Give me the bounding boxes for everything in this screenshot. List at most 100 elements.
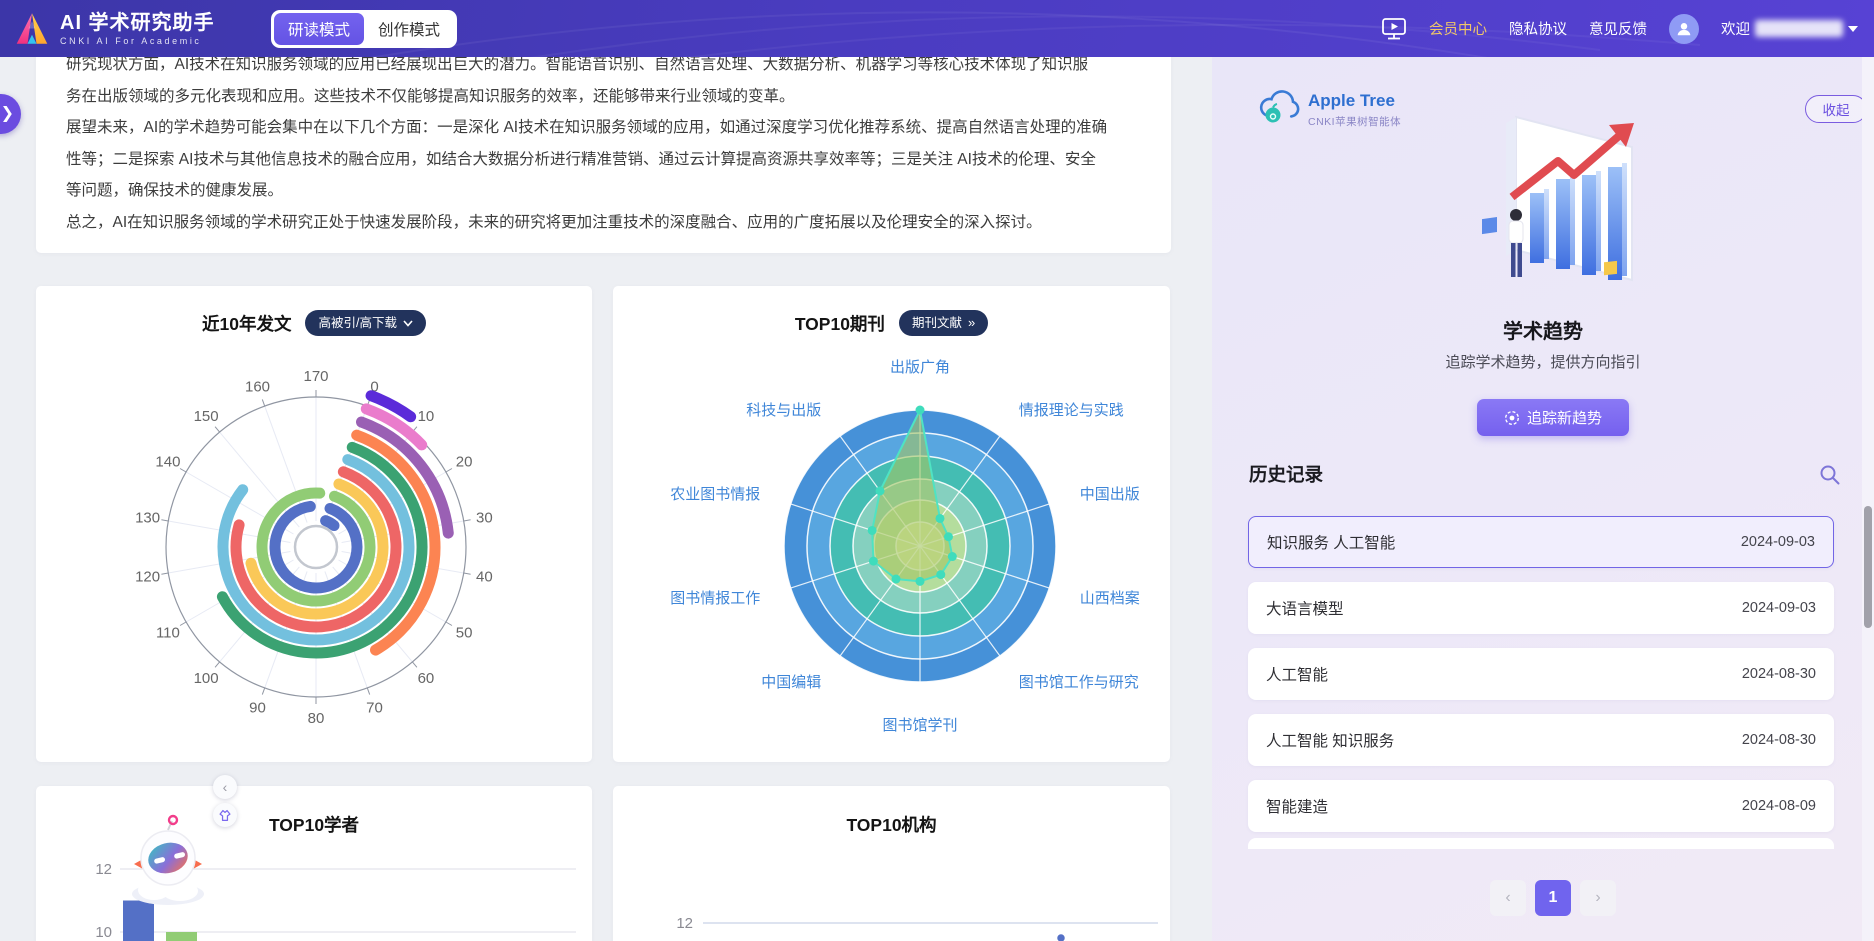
scholars-chart-card: TOP10学者 1210 (36, 786, 592, 941)
chevron-right-icon: ❯ (1, 103, 14, 123)
navbar-right: 会员中心 隐私协议 意见反馈 欢迎 (1381, 0, 1858, 57)
summary-line: 总之，AI在知识服务领域的学术研究正处于快速发展阶段，未来的研究将更加注重技术的… (66, 212, 1042, 234)
collapse-sidebar-button[interactable]: 收起 (1805, 95, 1867, 123)
apple-tree-logo-icon (1256, 85, 1302, 127)
svg-text:50: 50 (456, 625, 473, 642)
expand-panel-button[interactable]: ❯ (0, 94, 21, 134)
app-subtitle: CNKI AI For Academic (60, 36, 215, 46)
publications-chart-card: 近10年发文 高被引/高下载 0102030405060708090100110… (36, 286, 592, 762)
svg-text:山西档案: 山西档案 (1080, 589, 1140, 607)
history-item-date: 2024-09-03 (1741, 534, 1815, 550)
svg-text:160: 160 (245, 378, 270, 395)
svg-text:农业图书情报: 农业图书情报 (670, 486, 760, 503)
svg-text:20: 20 (456, 454, 473, 471)
history-item-label: 智能建造 (1266, 795, 1328, 817)
agent-subtitle: CNKI苹果树智能体 (1308, 114, 1401, 129)
summary-line: 等问题，确保技术的健康发展。 (66, 180, 283, 202)
scrollbar-thumb[interactable] (1864, 506, 1872, 628)
publications-chart-title: 近10年发文 (202, 311, 291, 336)
svg-text:12: 12 (676, 915, 693, 932)
search-icon[interactable] (1818, 463, 1842, 487)
history-item[interactable]: 大语言模型2024-09-03 (1248, 582, 1834, 634)
summary-line: 性等；二是探索 AI技术与其他信息技术的融合应用，如结合大数据分析进行精准营销、… (66, 149, 1096, 171)
ai-summary-card: 研究现状方面，AI技术在知识服务领域的应用已经展现出巨大的潜力。智能语音识别、自… (36, 46, 1171, 253)
svg-text:12: 12 (95, 861, 112, 878)
trend-subtitle: 追踪学术趋势，提供方向指引 (1212, 351, 1874, 372)
journals-more-button[interactable]: 期刊文献 » (899, 310, 988, 336)
svg-text:90: 90 (249, 700, 266, 717)
history-item-label: 大语言模型 (1266, 597, 1344, 619)
track-new-trend-button[interactable]: 追踪新趋势 (1477, 399, 1629, 436)
pagination-next-button[interactable]: › (1580, 880, 1616, 916)
user-avatar[interactable] (1669, 14, 1699, 44)
tab-read-mode[interactable]: 研读模式 (274, 13, 364, 45)
summary-line: 务在出版领域的多元化表现和应用。这些技术不仅能够提高知识服务的效率，还能够带来行… (66, 86, 795, 108)
svg-text:情报理论与实践: 情报理论与实践 (1019, 402, 1124, 419)
history-item[interactable]: 知识服务 人工智能 2024-09-03 (1248, 516, 1834, 568)
caret-down-icon (1848, 26, 1858, 32)
history-item-label: 人工智能 (1266, 663, 1328, 685)
svg-text:出版广角: 出版广角 (890, 359, 950, 376)
svg-text:图书情报工作: 图书情报工作 (670, 590, 760, 607)
history-item-date: 2024-08-30 (1742, 732, 1816, 748)
robot-mascot (118, 814, 218, 911)
shirt-icon (218, 809, 232, 822)
page-scrollbar[interactable] (1862, 57, 1874, 941)
app-title: AI 学术研究助手 (60, 12, 215, 34)
svg-text:60: 60 (418, 670, 435, 687)
history-item[interactable]: 人工智能 2024-08-30 (1248, 648, 1834, 700)
history-item[interactable]: 人工智能 知识服务 2024-08-30 (1248, 714, 1834, 766)
agent-name: Apple Tree (1308, 91, 1395, 111)
svg-text:100: 100 (194, 670, 219, 687)
svg-text:图书馆学刊: 图书馆学刊 (882, 717, 957, 734)
nav-link-feedback[interactable]: 意见反馈 (1589, 18, 1647, 39)
pagination-page-1[interactable]: 1 (1535, 880, 1571, 916)
institutions-chart: 12 (613, 786, 1170, 941)
trend-title: 学术趋势 (1212, 315, 1874, 344)
tab-create-mode[interactable]: 创作模式 (364, 13, 454, 45)
history-item-label: 知识服务 人工智能 (1267, 531, 1395, 553)
svg-text:科技与出版: 科技与出版 (746, 402, 821, 419)
mode-switcher: 研读模式 创作模式 (271, 10, 457, 48)
svg-text:图书馆工作与研究: 图书馆工作与研究 (1019, 674, 1139, 691)
publications-filter-dropdown[interactable]: 高被引/高下载 (305, 310, 425, 336)
svg-text:120: 120 (135, 569, 160, 586)
svg-text:130: 130 (135, 509, 160, 526)
svg-text:10: 10 (95, 924, 112, 941)
redacted-username (1755, 20, 1843, 37)
svg-text:140: 140 (155, 454, 180, 471)
nav-link-member-center[interactable]: 会员中心 (1429, 18, 1487, 39)
member-video-icon[interactable] (1381, 17, 1407, 41)
history-item-date: 2024-08-09 (1742, 798, 1816, 814)
welcome-label: 欢迎 (1721, 18, 1750, 39)
summary-line: 研究现状方面，AI技术在知识服务领域的应用已经展现出巨大的潜力。智能语音识别、自… (66, 54, 1088, 76)
svg-text:10: 10 (418, 408, 435, 425)
summary-line: 展望未来，AI的学术趋势可能会集中在以下几个方面：一是深化 AI技术在知识服务领… (66, 117, 1107, 139)
svg-text:70: 70 (366, 700, 383, 717)
navbar: AI 学术研究助手 CNKI AI For Academic 研读模式 创作模式… (0, 0, 1874, 57)
history-item[interactable]: 智能建造 2024-08-09 (1248, 780, 1834, 832)
nav-link-privacy[interactable]: 隐私协议 (1509, 18, 1567, 39)
history-title: 历史记录 (1249, 461, 1323, 487)
person-icon (1675, 20, 1693, 38)
publications-polar-chart: 0102030405060708090100110120130140150160… (36, 341, 592, 761)
collapse-widget-button[interactable]: ‹ (213, 775, 237, 799)
history-item-partial[interactable] (1248, 838, 1834, 849)
chevron-down-icon (403, 320, 413, 327)
history-item-label: 人工智能 知识服务 (1266, 729, 1394, 751)
svg-text:30: 30 (476, 509, 493, 526)
app-logo[interactable]: AI 学术研究助手 CNKI AI For Academic (14, 12, 215, 46)
journals-radar-chart: 出版广角情报理论与实践中国出版山西档案图书馆工作与研究图书馆学刊中国编辑图书情报… (613, 341, 1170, 761)
chevron-left-icon: ‹ (223, 780, 228, 794)
svg-text:中国出版: 中国出版 (1080, 486, 1140, 503)
journals-chart-title: TOP10期刊 (795, 311, 885, 336)
svg-text:150: 150 (194, 408, 219, 425)
journals-chart-card: TOP10期刊 期刊文献 » 出版广角情报理论与实践中国出版山西档案图书馆工作与… (613, 286, 1170, 762)
shirt-widget-button[interactable] (213, 803, 237, 827)
welcome-user[interactable]: 欢迎 (1721, 18, 1858, 39)
trend-sidebar: Apple Tree CNKI苹果树智能体 收起 (1212, 57, 1874, 941)
app-root: AI 学术研究助手 CNKI AI For Academic 研读模式 创作模式… (0, 0, 1874, 941)
pagination-prev-button[interactable]: ‹ (1490, 880, 1526, 916)
target-icon (1504, 410, 1520, 426)
history-item-date: 2024-08-30 (1742, 666, 1816, 682)
